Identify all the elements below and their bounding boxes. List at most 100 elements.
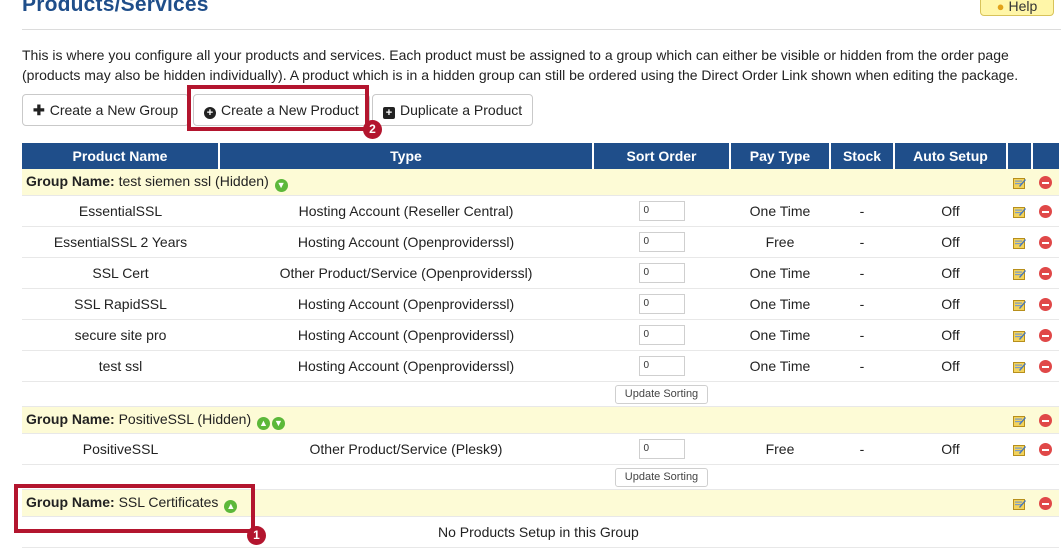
header-edit [1007, 143, 1033, 169]
sort-order-cell: 0 [593, 288, 730, 320]
edit-cell [1007, 433, 1032, 465]
delete-cell [1032, 226, 1059, 258]
delete-cell [1032, 350, 1059, 382]
annotation-badge-2: 2 [363, 120, 382, 139]
product-name[interactable]: EssentialSSL 2 Years [22, 226, 219, 258]
sort-order-input[interactable]: 0 [638, 201, 685, 221]
sort-order-cell: 0 [593, 350, 730, 382]
group-name-cell: Group Name: test siemen ssl (Hidden) ▼ [22, 169, 1007, 196]
delete-icon[interactable] [1039, 267, 1052, 280]
group-name[interactable]: test siemen ssl (Hidden) [119, 173, 269, 189]
update-sorting-button[interactable]: Update Sorting [614, 385, 709, 404]
edit-cell [1007, 195, 1032, 227]
sort-order-input[interactable]: 0 [638, 263, 685, 283]
header-auto-setup[interactable]: Auto Setup [894, 143, 1008, 169]
help-button[interactable]: ● Help [980, 0, 1054, 16]
pay-type: One Time [730, 257, 830, 289]
stock: - [830, 226, 894, 258]
pay-type: Free [730, 226, 830, 258]
edit-icon[interactable] [1013, 234, 1026, 250]
edit-icon[interactable] [1013, 327, 1026, 343]
stock: - [830, 319, 894, 351]
table-header-row: Product Name Type Sort Order Pay Type St… [22, 143, 1059, 169]
delete-cell [1032, 489, 1059, 517]
sort-order-input[interactable]: 0 [638, 325, 685, 345]
edit-cell [1007, 406, 1032, 434]
edit-icon[interactable] [1013, 174, 1026, 190]
group-row: Group Name: PositiveSSL (Hidden) ▲ ▼ [22, 406, 1059, 434]
delete-icon[interactable] [1039, 176, 1052, 189]
plus-square-icon: + [383, 107, 395, 119]
product-name[interactable]: SSL Cert [22, 257, 219, 289]
arrow-down-icon[interactable]: ▼ [274, 178, 288, 192]
product-type: Hosting Account (Openproviderssl) [219, 288, 593, 320]
product-name[interactable]: SSL RapidSSL [22, 288, 219, 320]
pay-type: One Time [730, 319, 830, 351]
table-row: EssentialSSL Hosting Account (Reseller Ce… [22, 195, 1059, 227]
auto-setup: Off [894, 350, 1007, 382]
auto-setup: Off [894, 433, 1007, 465]
edit-icon[interactable] [1013, 441, 1026, 457]
product-name[interactable]: test ssl [22, 350, 219, 382]
product-name[interactable]: PositiveSSL [22, 433, 219, 465]
page-title: Products/Services [22, 0, 209, 16]
product-type: Hosting Account (Reseller Central) [219, 195, 593, 227]
edit-icon[interactable] [1013, 412, 1026, 428]
arrow-up-icon[interactable]: ▲ [257, 416, 271, 430]
edit-icon[interactable] [1013, 296, 1026, 312]
sort-order-cell: 0 [593, 195, 730, 227]
delete-cell [1032, 169, 1059, 196]
edit-cell [1007, 257, 1032, 289]
table-row: PositiveSSL Other Product/Service (Plesk9… [22, 433, 1059, 465]
delete-icon[interactable] [1039, 414, 1052, 427]
sort-order-input[interactable]: 0 [638, 294, 685, 314]
lightbulb-icon: ● [996, 0, 1005, 14]
update-sorting-cell: Update Sorting [593, 381, 730, 407]
edit-icon[interactable] [1013, 495, 1026, 511]
header-type[interactable]: Type [219, 143, 594, 169]
product-type: Hosting Account (Openproviderssl) [219, 226, 593, 258]
sort-order-input[interactable]: 0 [638, 356, 685, 376]
header-stock[interactable]: Stock [830, 143, 895, 169]
edit-cell [1007, 288, 1032, 320]
group-name[interactable]: PositiveSSL (Hidden) [119, 411, 252, 427]
edit-icon[interactable] [1013, 358, 1026, 374]
edit-cell [1007, 169, 1032, 196]
delete-icon[interactable] [1039, 360, 1052, 373]
help-label: Help [1008, 0, 1038, 14]
header-sort-order[interactable]: Sort Order [593, 143, 731, 169]
auto-setup: Off [894, 257, 1007, 289]
edit-cell [1007, 319, 1032, 351]
edit-cell [1007, 350, 1032, 382]
product-name[interactable]: EssentialSSL [22, 195, 219, 227]
delete-icon[interactable] [1039, 329, 1052, 342]
edit-icon[interactable] [1013, 203, 1026, 219]
sort-order-cell: 0 [593, 433, 730, 465]
annotation-badge-1: 1 [247, 526, 266, 545]
delete-cell [1032, 257, 1059, 289]
pay-type: One Time [730, 195, 830, 227]
table-row: SSL Cert Other Product/Service (Openprovi… [22, 257, 1059, 289]
delete-cell [1032, 288, 1059, 320]
delete-icon[interactable] [1039, 298, 1052, 311]
delete-icon[interactable] [1039, 443, 1052, 456]
delete-icon[interactable] [1039, 205, 1052, 218]
stock: - [830, 288, 894, 320]
delete-icon[interactable] [1039, 497, 1052, 510]
update-sorting-button[interactable]: Update Sorting [614, 468, 709, 487]
group-row: Group Name: test siemen ssl (Hidden) ▼ [22, 169, 1059, 196]
pay-type: One Time [730, 350, 830, 382]
product-type: Other Product/Service (Plesk9) [219, 433, 593, 465]
sort-order-input[interactable]: 0 [638, 232, 685, 252]
header-pay-type[interactable]: Pay Type [730, 143, 831, 169]
arrow-down-icon[interactable]: ▼ [272, 416, 286, 430]
create-group-button[interactable]: ✚ Create a New Group [22, 94, 190, 126]
duplicate-product-button[interactable]: + Duplicate a Product [372, 94, 534, 126]
header-product-name[interactable]: Product Name [22, 143, 220, 169]
product-type: Other Product/Service (Openproviderssl) [219, 257, 593, 289]
delete-icon[interactable] [1039, 236, 1052, 249]
plus-icon: ✚ [33, 102, 45, 118]
product-name[interactable]: secure site pro [22, 319, 219, 351]
sort-order-input[interactable]: 0 [638, 439, 685, 459]
edit-icon[interactable] [1013, 265, 1026, 281]
